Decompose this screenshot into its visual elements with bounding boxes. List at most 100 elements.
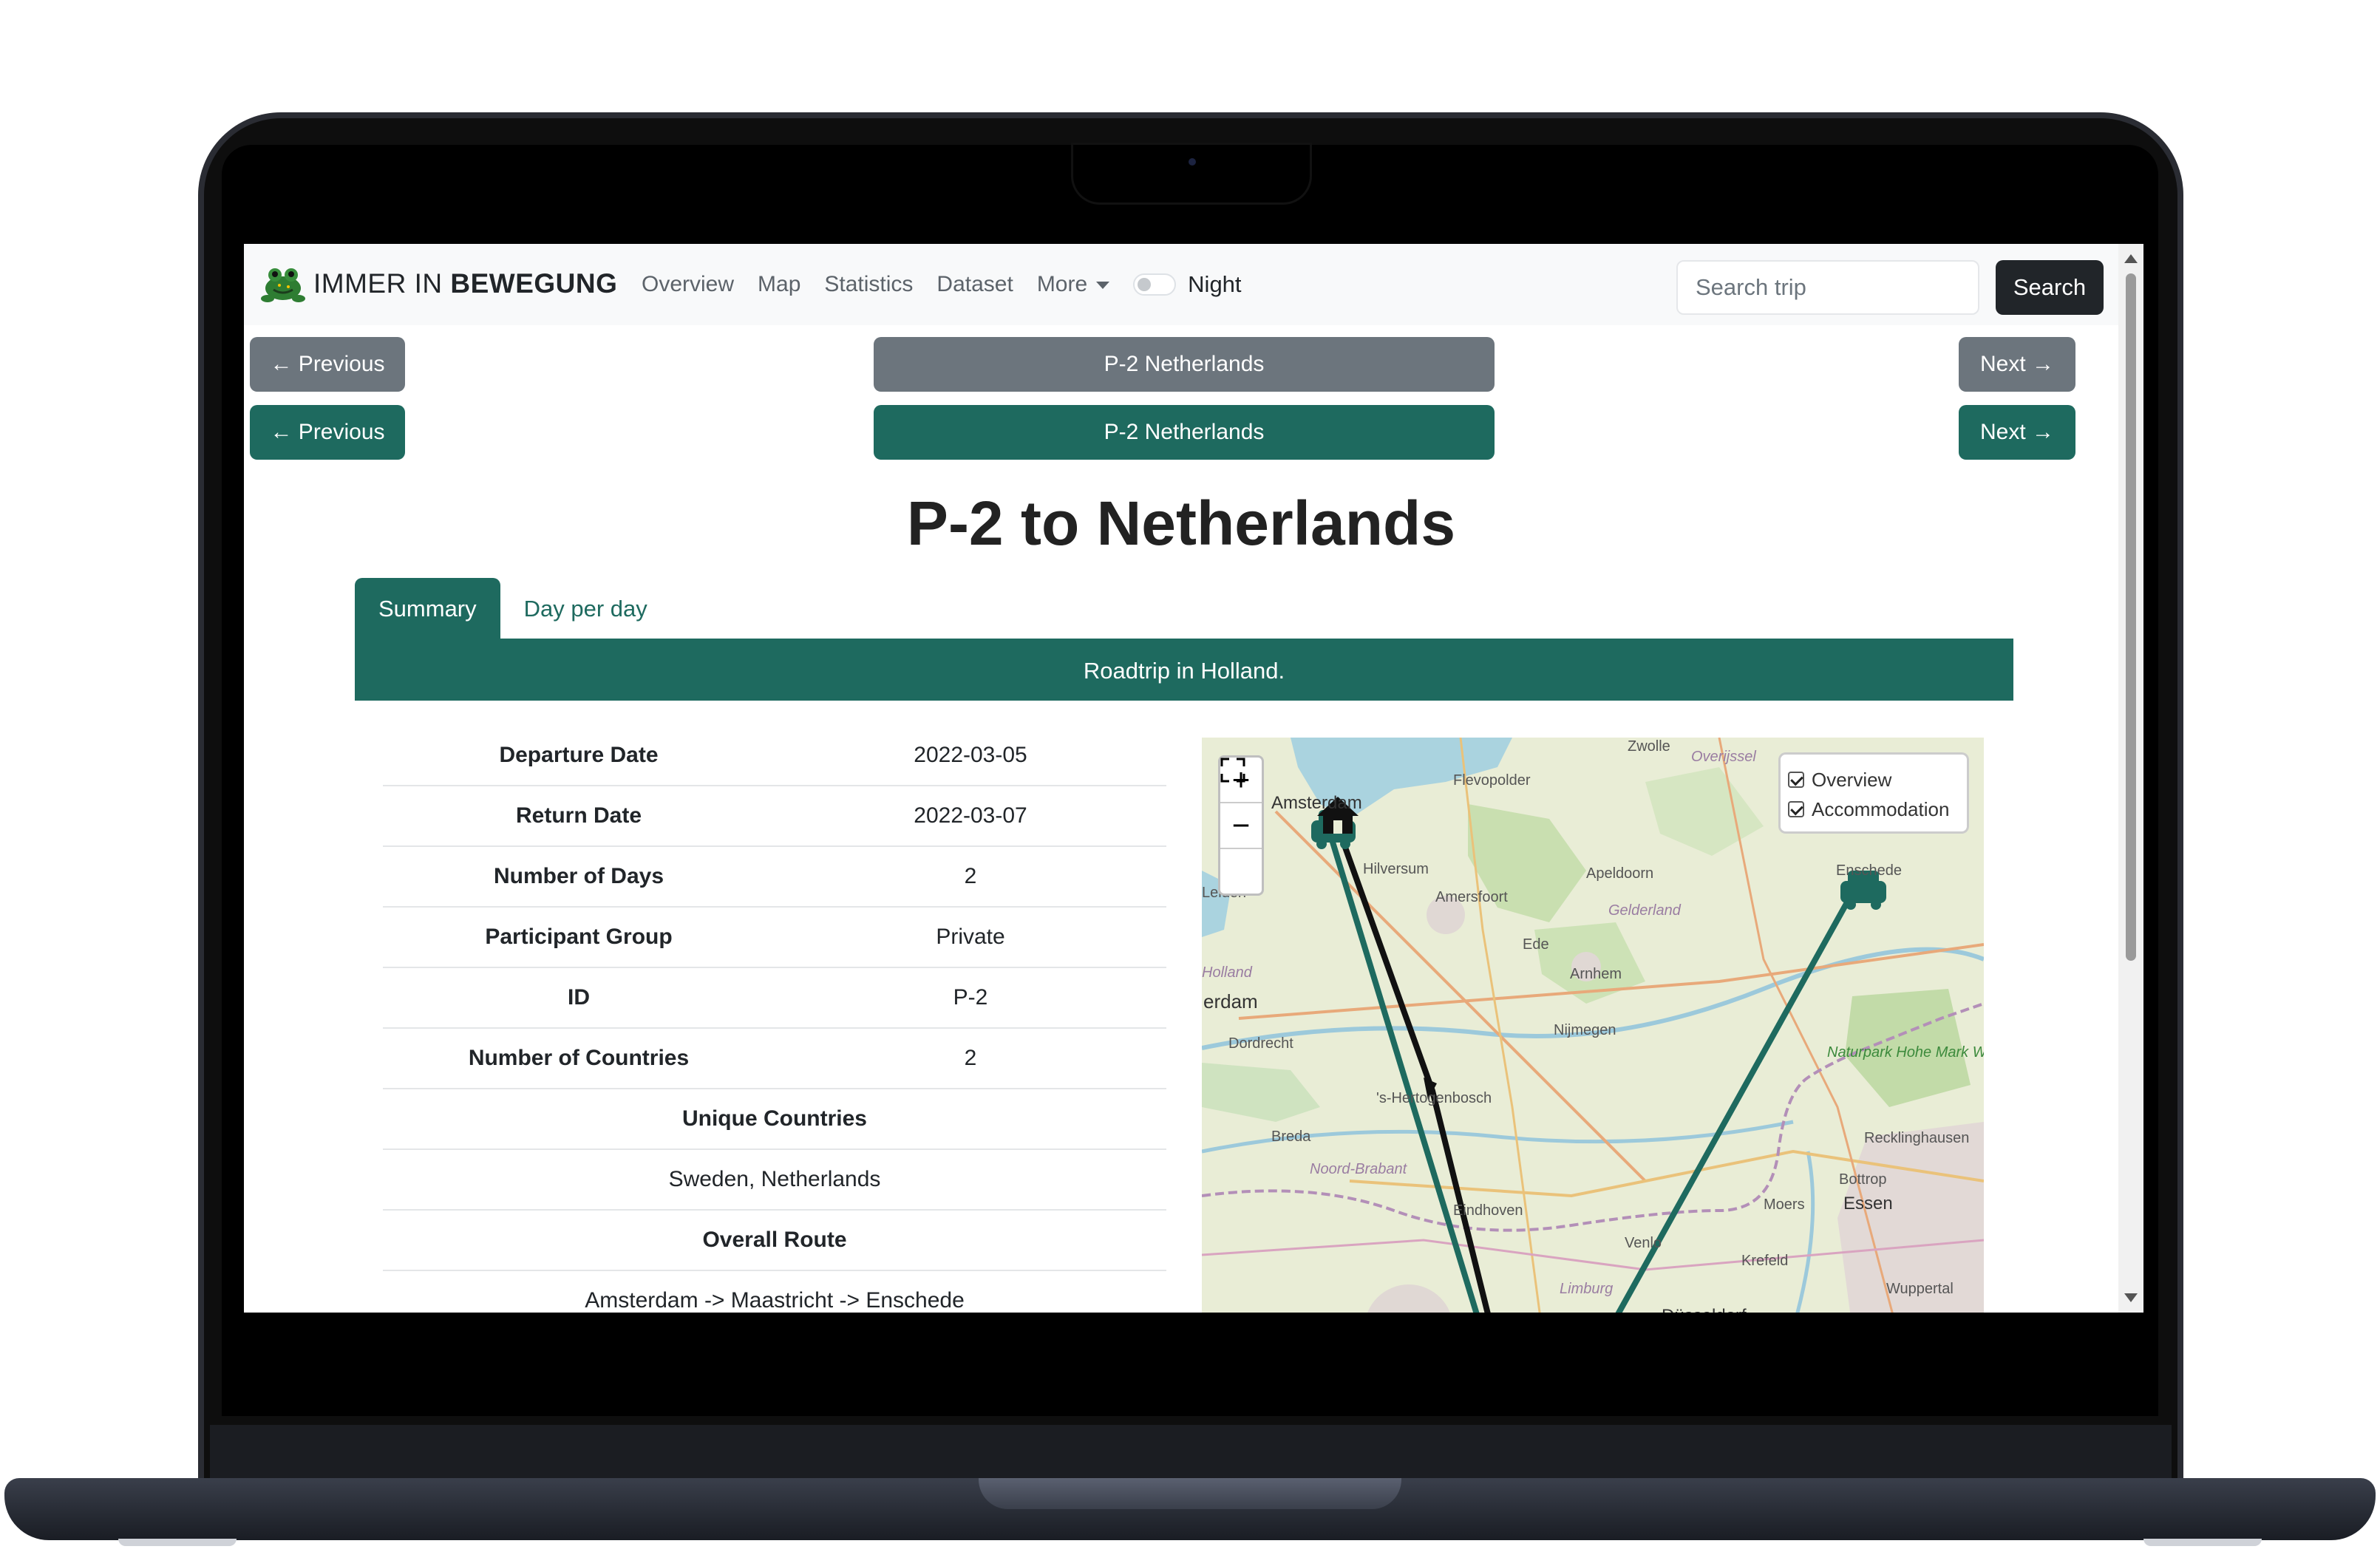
row-label: Participant Group [383,907,775,968]
row-value: 2022-03-07 [775,786,1166,847]
camera-notch [1073,145,1310,202]
brand-light: IMMER IN [313,268,451,299]
map-layer-control: Overview Accommodation [1778,752,1969,834]
laptop-foot-left [118,1539,237,1546]
search-input[interactable] [1676,260,1979,315]
brand[interactable]: IMMER IN BEWEGUNG [260,263,617,304]
map-label-ropen: ropen [1202,1309,1240,1313]
unique-countries-label: Unique Countries [383,1089,1166,1150]
layer-overview-label: Overview [1812,768,1892,791]
table-row: ID P-2 [383,967,1166,1029]
map-label-zwolle: Zwolle [1628,738,1670,755]
map-label-gelderland: Gelderland [1608,902,1682,919]
map-label-nijmegen: Nijmegen [1554,1022,1616,1038]
zoom-out-button[interactable]: − [1220,803,1262,849]
map-label-amsterdam: Amsterdam [1271,793,1362,813]
table-row: Number of Days 2 [383,846,1166,908]
nav-statistics[interactable]: Statistics [824,272,913,297]
chevron-down-icon [1096,282,1110,290]
previous-button-top[interactable]: ← Previous [250,337,405,392]
map-label-krefeld: Krefeld [1741,1253,1788,1269]
scroll-thumb[interactable] [2126,273,2136,961]
map-label-amersfoort: Amersfoort [1435,889,1508,905]
row-value: P-2 [775,967,1166,1029]
scroll-up-arrow-icon[interactable] [2124,254,2138,263]
layer-accommodation[interactable]: Accommodation [1788,794,1959,824]
night-mode-label: Night [1188,271,1242,297]
search-button[interactable]: Search [1996,260,2104,315]
scroll-down-arrow-icon[interactable] [2124,1293,2138,1302]
nav-dataset[interactable]: Dataset [936,272,1013,297]
row-label: ID [383,967,775,1029]
map-zoom-control: + − [1218,755,1264,896]
current-trip-button-top[interactable]: P-2 Netherlands [874,337,1495,392]
overall-route-label: Overall Route [383,1210,1166,1271]
nav-links: Overview Map Statistics Dataset More Nig… [642,265,1242,304]
previous-button-bottom[interactable]: ← Previous [250,405,405,460]
nav-map[interactable]: Map [758,272,800,297]
map-label-holland: Holland [1202,964,1253,981]
laptop-chin [210,1425,2172,1480]
map-label-moers: Moers [1764,1197,1805,1213]
camera-icon [1189,158,1196,166]
map-label-ede: Ede [1523,936,1549,953]
table-row: Amsterdam -> Maastricht -> Enschede [383,1270,1166,1313]
brand-name: IMMER IN BEWEGUNG [313,268,617,299]
map-label-naturpark: Naturpark Hohe Mark Westmünsterland [1827,1044,1984,1061]
table-row: Participant Group Private [383,907,1166,968]
row-value: Private [775,907,1166,968]
fullscreen-icon [1220,758,1245,783]
map-label-dordrecht: Dordrecht [1228,1035,1293,1052]
laptop-opening-notch [979,1478,1401,1509]
page-title: P-2 to Netherlands [906,489,1456,558]
browser-screen: IMMER IN BEWEGUNG Overview Map Statistic… [244,244,2143,1313]
layer-overview[interactable]: Overview [1788,765,1959,794]
overview-checkbox[interactable] [1788,772,1804,788]
map-label-eindhoven: Eindhoven [1453,1202,1523,1219]
map-label-enschede: Enschede [1836,862,1902,879]
next-button-bottom[interactable]: Next → [1959,405,2075,460]
row-value: 2 [775,1028,1166,1089]
map-label-dusseldorf: Düsseldorf [1662,1306,1747,1313]
table-row: Number of Countries 2 [383,1028,1166,1089]
frog-logo-icon [261,268,305,302]
trip-description-banner: Roadtrip in Holland. [355,641,2013,701]
next-button-top[interactable]: Next → [1959,337,2075,392]
current-trip-button-bottom[interactable]: P-2 Netherlands [874,405,1495,460]
laptop-foot-right [2143,1539,2262,1546]
map-label-flevopolder: Flevopolder [1453,772,1531,789]
night-mode-toggle[interactable] [1133,273,1177,296]
map-label-venlo: Venlo [1625,1235,1662,1251]
row-label: Departure Date [383,726,775,786]
row-label: Number of Countries [383,1028,775,1089]
fullscreen-button[interactable] [1220,758,1262,894]
table-row: Unique Countries [383,1089,1166,1150]
tab-bar: Summary Day per day [355,578,671,640]
map-label-s-hertogenbosch: 's-Hertogenbosch [1376,1090,1492,1106]
row-label: Return Date [383,786,775,847]
map-label-hilversum: Hilversum [1363,861,1429,877]
tab-summary[interactable]: Summary [355,578,500,640]
row-value: 2 [775,846,1166,908]
nav-more-label: More [1036,272,1088,296]
map-label-apeldoorn: Apeldoorn [1586,865,1653,882]
map-label-breda: Breda [1271,1129,1311,1145]
table-row: Overall Route [383,1210,1166,1271]
map-label-rotterdam: erdam [1203,990,1258,1012]
trip-map[interactable]: Amsterdam Flevopolder Zwolle Overijssel … [1202,738,1984,1313]
brand-bold: BEWEGUNG [450,268,618,299]
nav-more-dropdown[interactable]: More [1036,272,1110,297]
map-label-arnhem: Arnhem [1570,966,1622,982]
table-row: Return Date 2022-03-07 [383,786,1166,847]
navbar: IMMER IN BEWEGUNG Overview Map Statistic… [244,244,2118,325]
overall-route-value: Amsterdam -> Maastricht -> Enschede [383,1270,1166,1313]
nav-overview[interactable]: Overview [642,272,734,297]
summary-table: Departure Date 2022-03-05 Return Date 20… [383,726,1166,1313]
tab-day-per-day[interactable]: Day per day [500,578,671,640]
table-row: Sweden, Netherlands [383,1149,1166,1211]
table-row: Departure Date 2022-03-05 [383,726,1166,786]
row-label: Number of Days [383,846,775,908]
map-label-essen: Essen [1843,1194,1893,1214]
page-scrollbar[interactable] [2118,244,2143,1313]
accommodation-checkbox[interactable] [1788,801,1804,817]
